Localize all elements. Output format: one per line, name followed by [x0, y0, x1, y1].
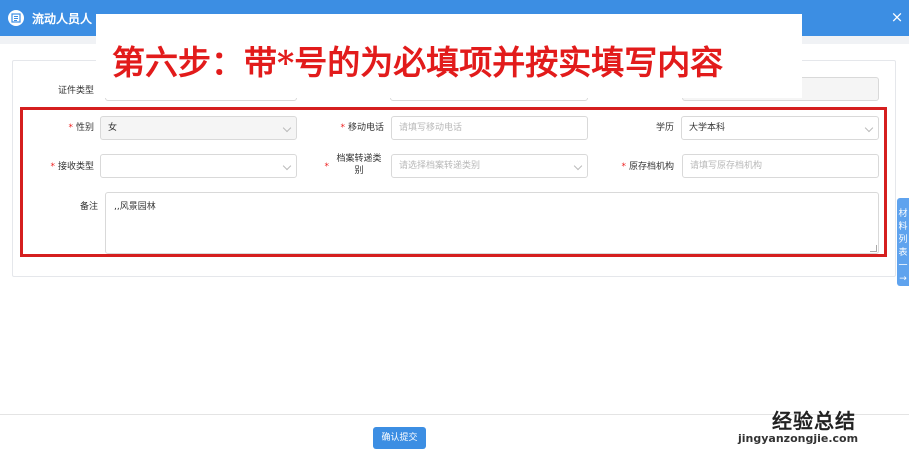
page: 流动人员人 × 证件类型 * 性别 女 * 移动电话 请填写移动电话 学历 大学本科…: [0, 0, 909, 459]
required-fields-highlight: [20, 107, 887, 257]
side-tab-char: 材: [898, 209, 908, 219]
document-list-icon: [8, 10, 24, 26]
close-button[interactable]: ×: [889, 9, 905, 25]
side-tab-char: 一: [898, 261, 908, 271]
id-type-label: 证件类型: [57, 86, 94, 96]
material-list-side-tab[interactable]: 材 料 列 表 一 →: [897, 198, 909, 286]
side-tab-char: 表: [898, 248, 908, 258]
step-caption: 第六步：带*号的为必填项并按实填写内容: [96, 14, 802, 98]
window-title: 流动人员人: [32, 12, 93, 26]
watermark-brand: 经验总结: [772, 409, 856, 433]
confirm-submit-button[interactable]: 确认提交: [373, 427, 426, 449]
side-tab-char: 列: [898, 235, 908, 245]
side-tab-char: 料: [898, 222, 908, 232]
watermark-url: jingyanzongjie.com: [738, 432, 859, 445]
arrow-right-icon: →: [899, 274, 907, 284]
step-caption-text: 第六步：带*号的为必填项并按实填写内容: [112, 43, 724, 82]
